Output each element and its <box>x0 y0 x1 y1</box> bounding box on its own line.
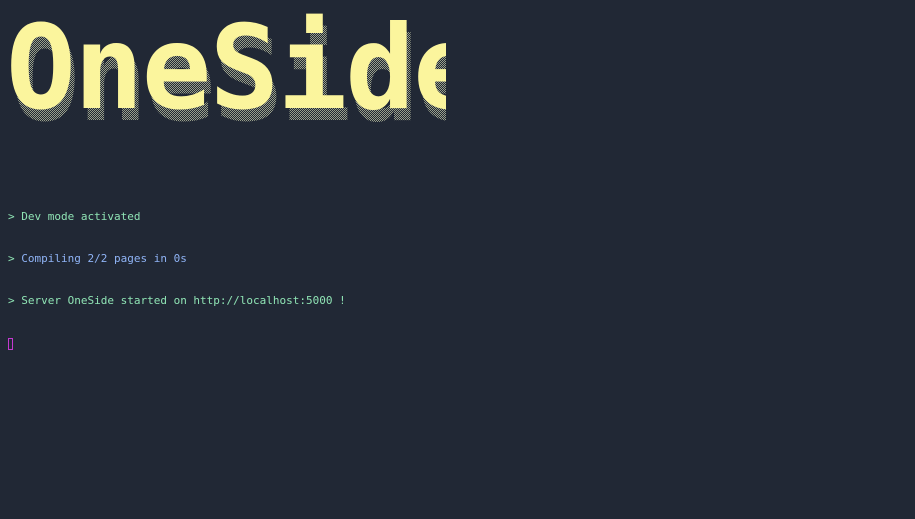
prompt-symbol: > <box>8 252 15 265</box>
log-line: > Dev mode activated <box>8 210 346 224</box>
log-line: > Compiling 2/2 pages in 0s <box>8 252 346 266</box>
terminal-window[interactable]: OneSide OneSide > Dev mode activated > C… <box>0 0 915 519</box>
log-line-text: Dev mode activated <box>14 210 141 223</box>
banner-title: OneSide <box>6 10 446 130</box>
log-line: > Server OneSide started on http://local… <box>8 294 346 308</box>
output-log: > Dev mode activated > Compiling 2/2 pag… <box>8 182 346 378</box>
input-line[interactable] <box>8 336 346 350</box>
ascii-banner: OneSide OneSide <box>6 10 446 130</box>
text-cursor[interactable] <box>8 337 13 350</box>
log-line-text: Compiling 2/2 pages in 0s <box>14 252 187 265</box>
prompt-symbol: > <box>8 294 15 307</box>
log-line-text: Server OneSide started on http://localho… <box>14 294 346 307</box>
prompt-symbol: > <box>8 210 15 223</box>
